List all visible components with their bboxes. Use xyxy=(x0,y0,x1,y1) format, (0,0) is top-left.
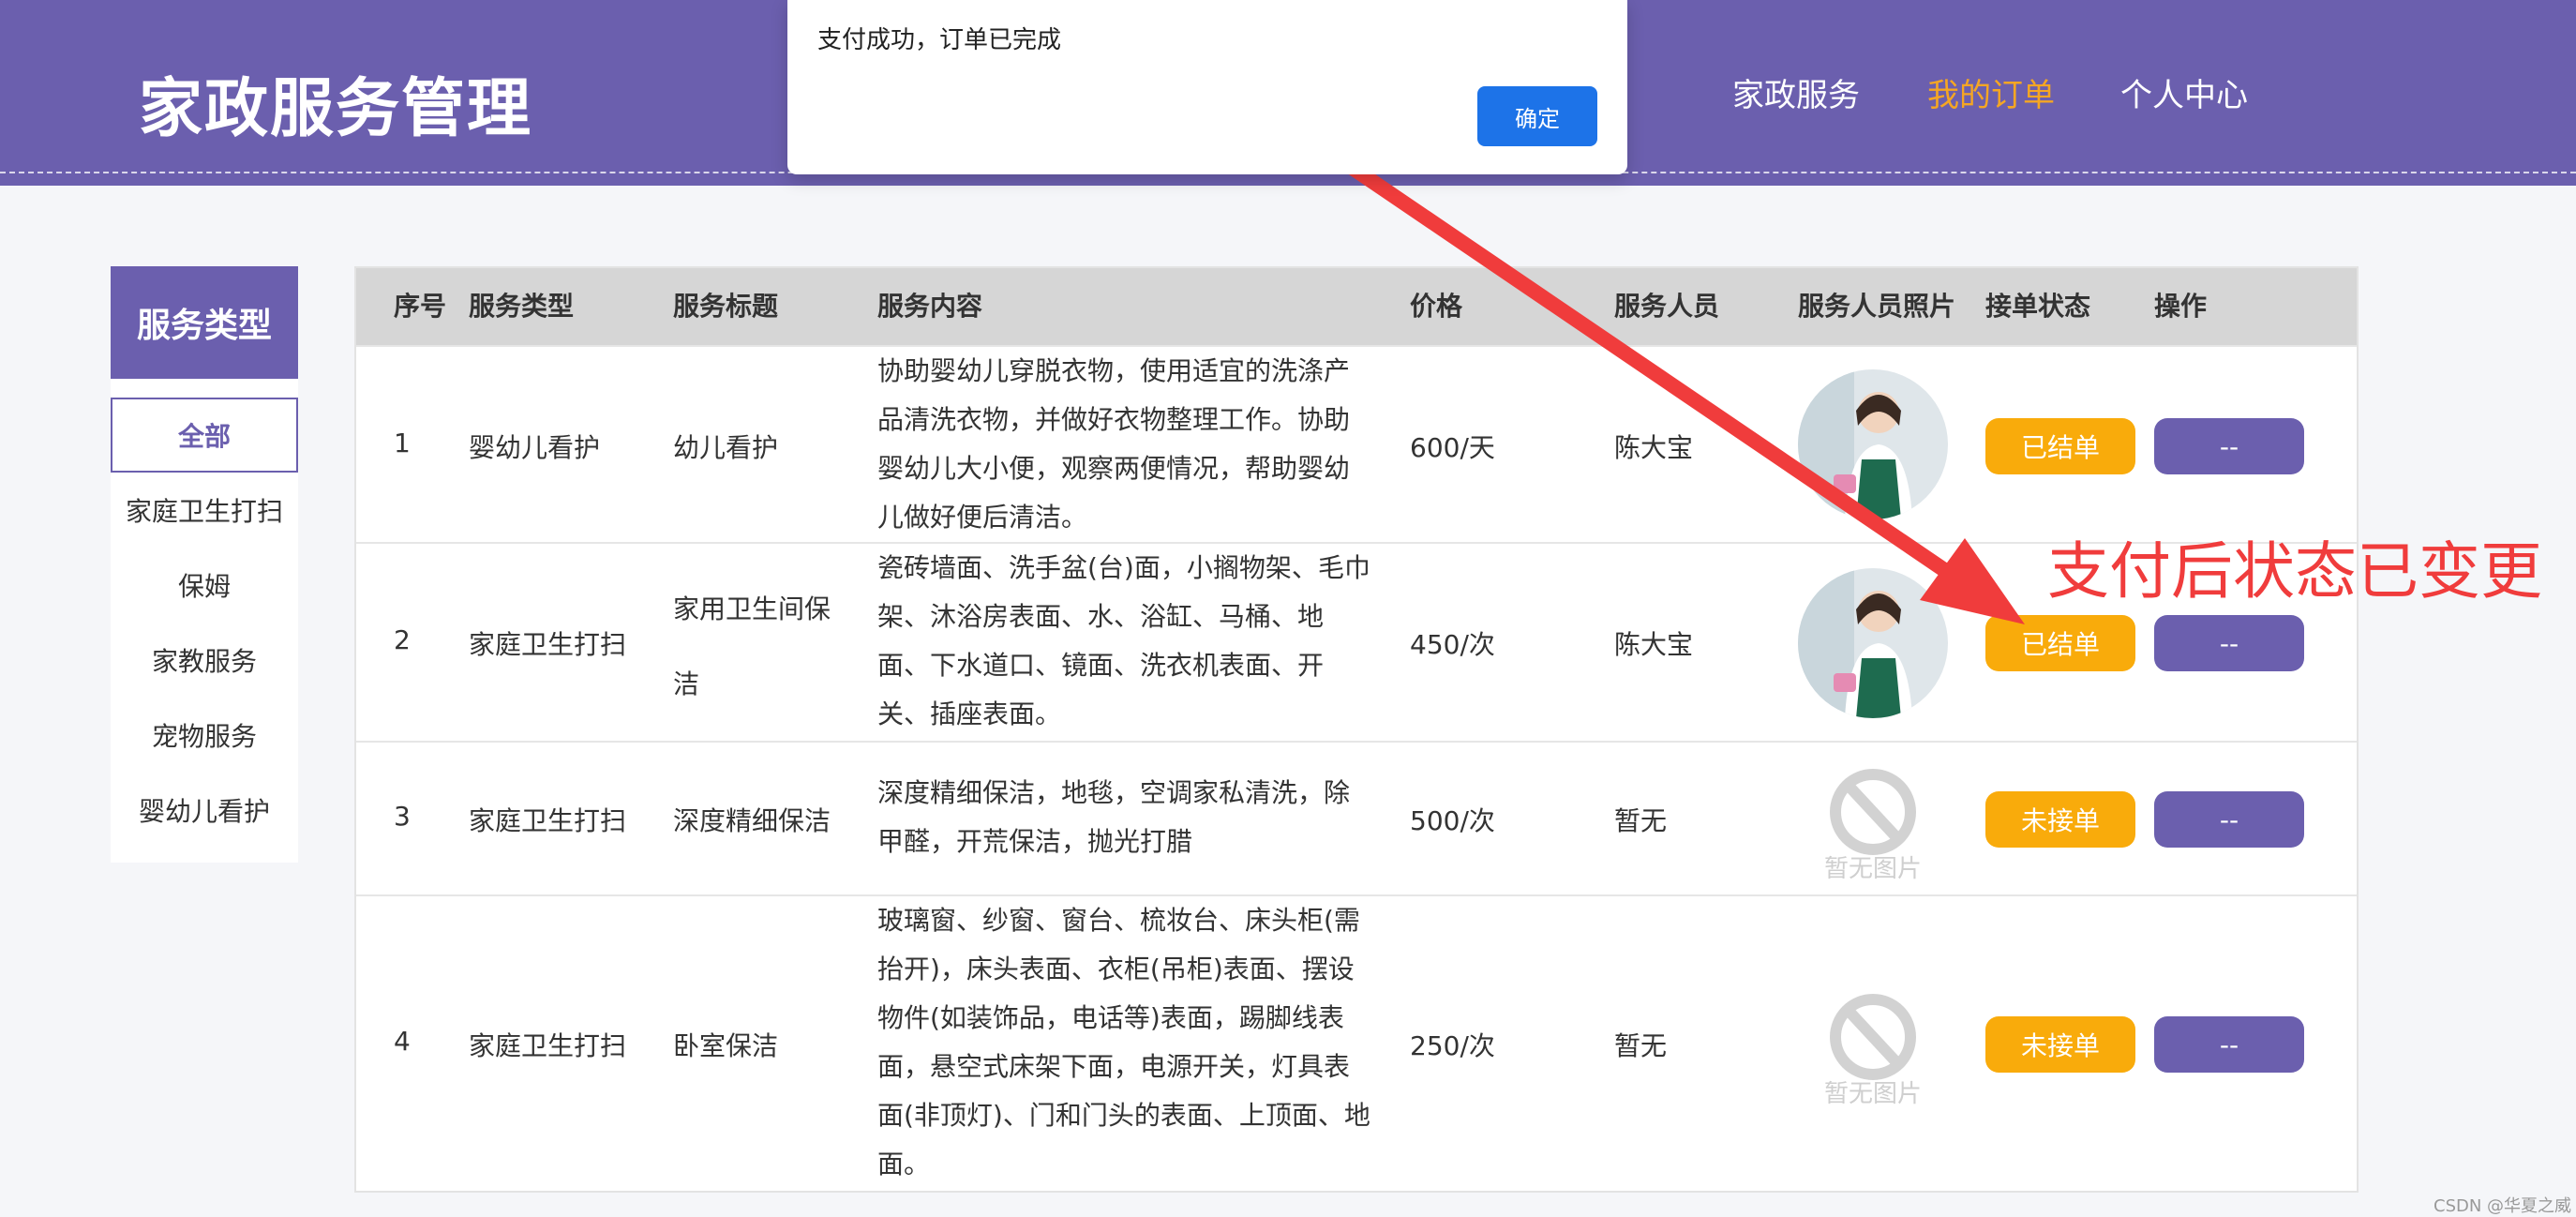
no-image-placeholder: 暂无图片 xyxy=(1798,744,1948,894)
dialog-message: 支付成功，订单已完成 xyxy=(817,26,1062,54)
table-row: 4 家庭卫生打扫 卧室保洁 玻璃窗、纱窗、窗台、梳妆台、床头柜(需抬开)，床头表… xyxy=(356,894,2357,1193)
action-button[interactable]: -- xyxy=(2154,418,2304,474)
col-price: 价格 xyxy=(1410,291,1463,322)
row-price: 600/天 xyxy=(1410,432,1495,463)
col-index: 序号 xyxy=(394,291,447,322)
row-staff: 暂无 xyxy=(1614,805,1668,836)
sidebar-title: 服务类型 xyxy=(111,266,298,379)
sidebar-item-tutoring[interactable]: 家教服务 xyxy=(111,623,298,698)
watermark: CSDN @华夏之威 xyxy=(2434,1196,2572,1216)
nav-my-orders[interactable]: 我的订单 xyxy=(1927,69,2055,116)
row-staff: 陈大宝 xyxy=(1614,629,1694,660)
sidebar-item-nanny[interactable]: 保姆 xyxy=(111,548,298,623)
col-action: 操作 xyxy=(2154,291,2208,322)
row-service-title: 家用卫生间保洁 xyxy=(673,593,831,699)
sidebar-item-home-cleaning[interactable]: 家庭卫生打扫 xyxy=(111,473,298,548)
row-service-content: 协助婴幼儿穿脱衣物，使用适宜的洗涤产品清洗衣物，并做好衣物整理工作。协助婴幼儿大… xyxy=(877,355,1351,533)
table-row: 3 家庭卫生打扫 深度精细保洁 深度精细保洁，地毯，空调家私清洗，除甲醛，开荒保… xyxy=(356,741,2357,896)
row-service-content: 瓷砖墙面、洗手盆(台)面，小搁物架、毛巾架、沐浴房表面、水、浴缸、马桶、地面、下… xyxy=(877,552,1370,729)
action-button[interactable]: -- xyxy=(2154,615,2304,671)
sidebar-item-all[interactable]: 全部 xyxy=(111,398,298,473)
status-badge[interactable]: 已结单 xyxy=(1985,418,2135,474)
row-index: 4 xyxy=(394,1026,411,1057)
col-service-type: 服务类型 xyxy=(469,291,575,322)
action-button[interactable]: -- xyxy=(2154,791,2304,848)
row-index: 3 xyxy=(394,801,411,832)
table-header: 序号 服务类型 服务标题 服务内容 价格 服务人员 服务人员照片 接单状态 操作 xyxy=(356,268,2357,345)
row-service-type: 家庭卫生打扫 xyxy=(469,629,627,660)
col-service-content: 服务内容 xyxy=(877,291,983,322)
row-service-title: 卧室保洁 xyxy=(673,1030,779,1061)
row-index: 2 xyxy=(394,624,411,655)
alert-dialog: 支付成功，订单已完成 确定 xyxy=(787,0,1627,174)
row-staff: 暂无 xyxy=(1614,1030,1668,1061)
action-button[interactable]: -- xyxy=(2154,1016,2304,1073)
row-service-title: 深度精细保洁 xyxy=(673,805,831,836)
row-service-type: 婴幼儿看护 xyxy=(469,432,601,463)
staff-photo-image xyxy=(1798,568,1948,718)
nav-profile[interactable]: 个人中心 xyxy=(2120,69,2248,116)
status-badge[interactable]: 已结单 xyxy=(1985,615,2135,671)
sidebar-item-infant-care[interactable]: 婴幼儿看护 xyxy=(111,773,298,848)
col-staff: 服务人员 xyxy=(1614,291,1720,322)
row-service-content: 玻璃窗、纱窗、窗台、梳妆台、床头柜(需抬开)，床头表面、衣柜(吊柜)表面、摆设物… xyxy=(877,905,1370,1179)
col-staff-photo: 服务人员照片 xyxy=(1798,291,1956,322)
col-service-title: 服务标题 xyxy=(673,291,779,322)
staff-photo xyxy=(1798,568,1948,718)
no-image-placeholder: 暂无图片 xyxy=(1798,969,1948,1119)
status-badge[interactable]: 未接单 xyxy=(1985,1016,2135,1073)
row-service-type: 家庭卫生打扫 xyxy=(469,1030,627,1061)
no-image-text: 暂无图片 xyxy=(1823,1080,1922,1108)
sidebar-item-pet-service[interactable]: 宠物服务 xyxy=(111,698,298,773)
row-service-content: 深度精细保洁，地毯，空调家私清洗，除甲醛，开荒保洁，抛光打腊 xyxy=(877,777,1351,857)
app-title: 家政服务管理 xyxy=(139,72,533,146)
ok-button[interactable]: 确定 xyxy=(1477,86,1597,146)
status-badge[interactable]: 未接单 xyxy=(1985,791,2135,848)
row-price: 250/次 xyxy=(1410,1030,1495,1061)
table-row: 1 婴幼儿看护 幼儿看护 协助婴幼儿穿脱衣物，使用适宜的洗涤产品清洗衣物，并做好… xyxy=(356,345,2357,544)
orders-table: 序号 服务类型 服务标题 服务内容 价格 服务人员 服务人员照片 接单状态 操作… xyxy=(354,266,2359,1193)
staff-photo xyxy=(1798,369,1948,519)
row-service-title: 幼儿看护 xyxy=(673,432,779,463)
no-image-text: 暂无图片 xyxy=(1823,855,1922,883)
row-price: 500/次 xyxy=(1410,805,1495,836)
annotation-text: 支付后状态已变更 xyxy=(2047,535,2542,608)
row-staff: 陈大宝 xyxy=(1614,432,1694,463)
row-index: 1 xyxy=(394,428,411,458)
row-service-type: 家庭卫生打扫 xyxy=(469,805,627,836)
nav-home-services[interactable]: 家政服务 xyxy=(1732,69,1860,116)
staff-photo-image xyxy=(1798,369,1948,519)
row-price: 450/次 xyxy=(1410,629,1495,660)
col-status: 接单状态 xyxy=(1985,291,2091,322)
service-type-sidebar: 服务类型 全部 家庭卫生打扫 保姆 家教服务 宠物服务 婴幼儿看护 xyxy=(111,266,298,863)
